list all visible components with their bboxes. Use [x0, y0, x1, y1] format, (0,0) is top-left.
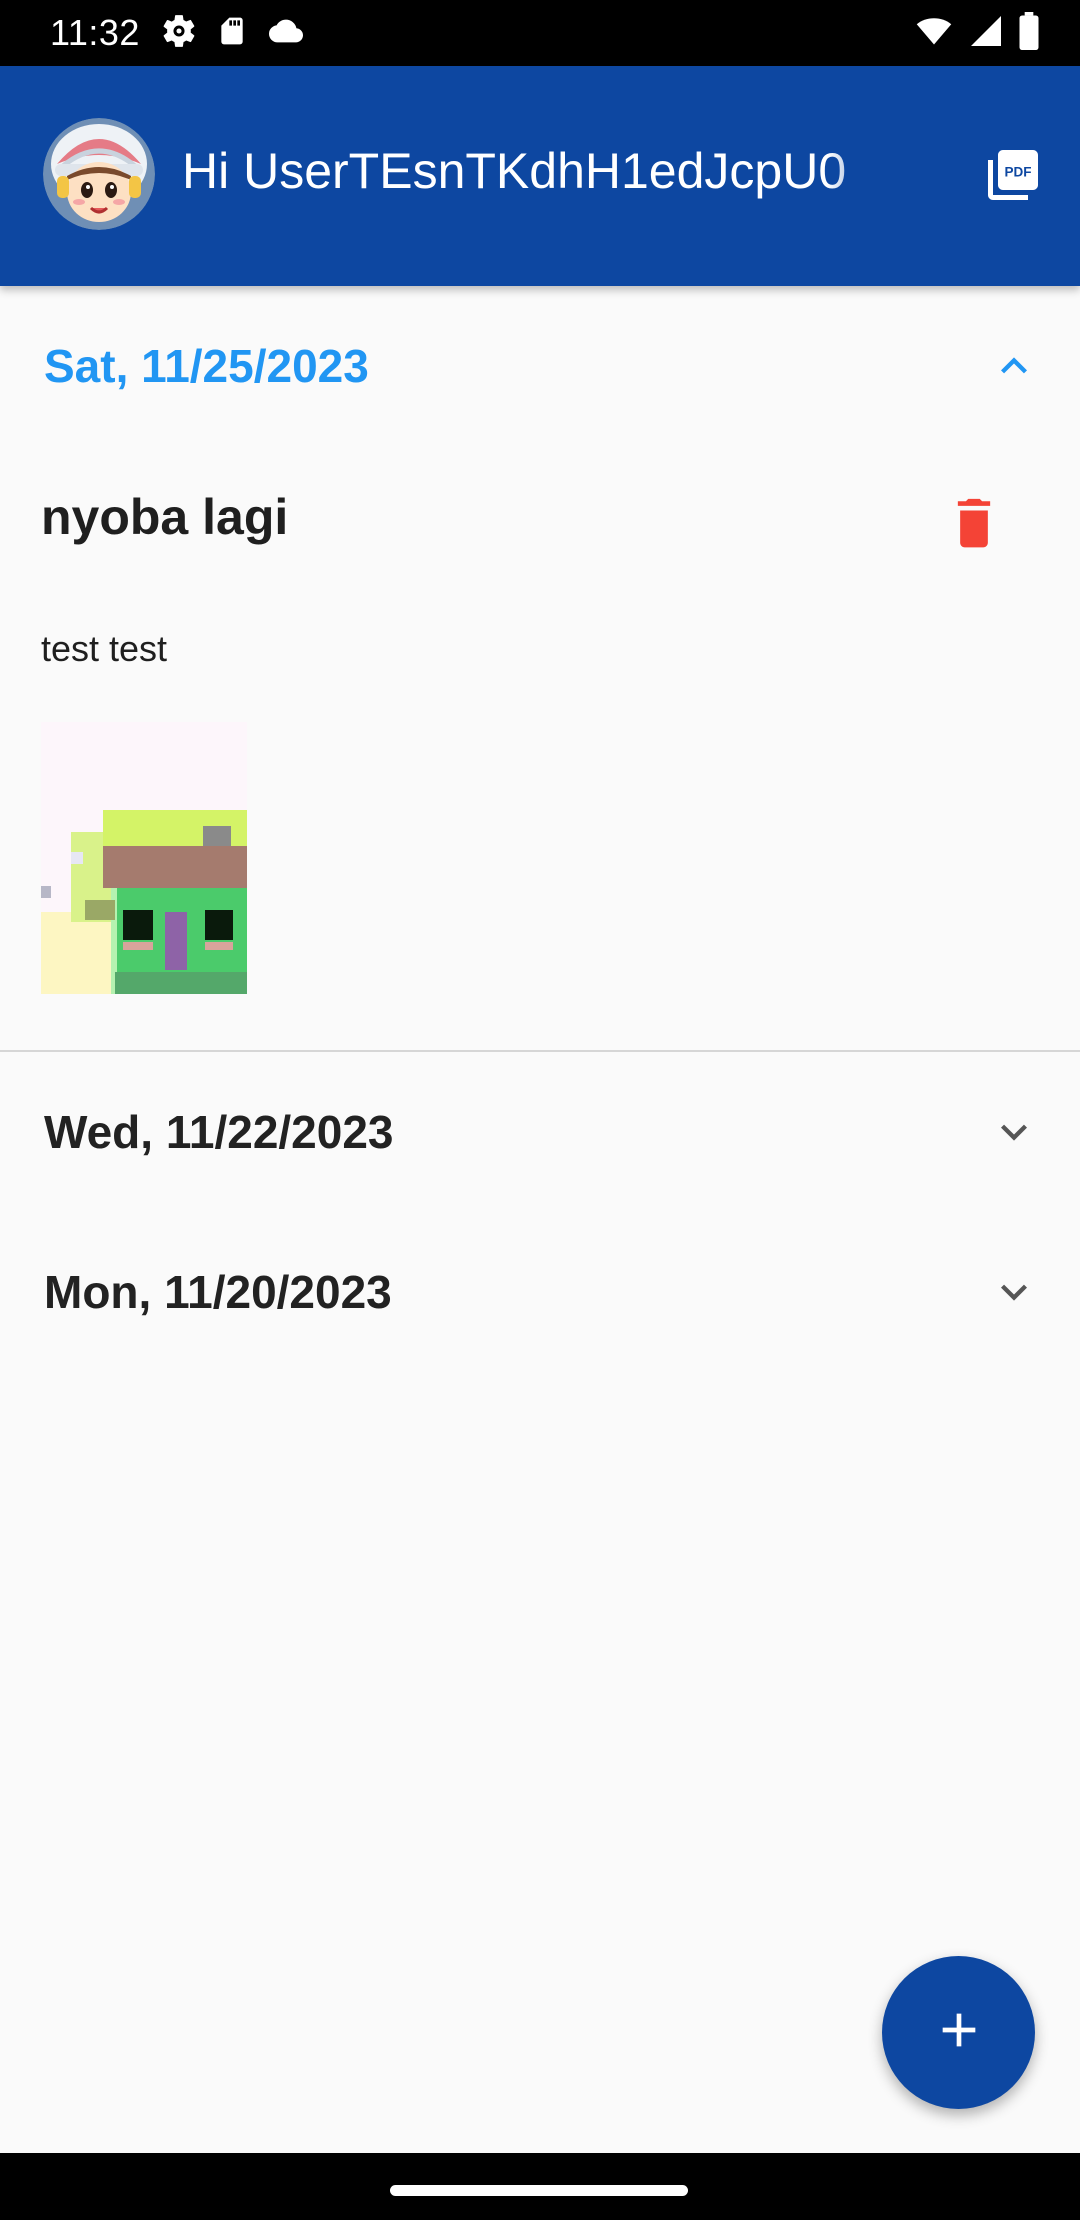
status-right-icons: [914, 11, 1040, 55]
note-title: nyoba lagi: [41, 489, 289, 545]
svg-text:PDF: PDF: [1005, 164, 1032, 179]
app-bar: Hi UserTEsnTKdhH1edJcpU0 PDF: [0, 66, 1080, 286]
signal-icon: [968, 13, 1004, 54]
chevron-down-icon: [984, 1262, 1044, 1322]
wifi-icon: [914, 13, 954, 54]
export-pdf-button[interactable]: PDF: [980, 144, 1046, 210]
section-date: Wed, 11/22/2023: [44, 1106, 394, 1158]
section-date: Sat, 11/25/2023: [44, 340, 369, 392]
avatar[interactable]: [43, 118, 155, 230]
add-note-button[interactable]: [882, 1956, 1035, 2109]
home-indicator[interactable]: [390, 2185, 688, 2196]
pdf-icon: PDF: [983, 145, 1043, 210]
section-date: Mon, 11/20/2023: [44, 1266, 392, 1318]
divider: [0, 1050, 1080, 1052]
greeting-title: Hi UserTEsnTKdhH1edJcpU0: [182, 143, 847, 199]
trash-icon: [946, 492, 1002, 557]
chevron-down-icon: [984, 1102, 1044, 1162]
date-section-header[interactable]: Wed, 11/22/2023: [0, 1072, 1080, 1192]
date-section-header[interactable]: Sat, 11/25/2023: [0, 306, 1080, 426]
chevron-up-icon: [984, 336, 1044, 396]
status-time: 11:32: [50, 12, 140, 53]
cloud-icon: [266, 14, 306, 53]
date-section-header[interactable]: Mon, 11/20/2023: [0, 1232, 1080, 1352]
delete-note-button[interactable]: [940, 490, 1008, 558]
note-body: test test: [41, 628, 168, 669]
battery-icon: [1018, 11, 1040, 55]
status-bar: 11:32: [0, 0, 1080, 66]
sd-card-icon: [216, 13, 248, 54]
settings-icon: [160, 12, 198, 55]
note-image-thumbnail[interactable]: [41, 722, 247, 994]
add-icon: [931, 2002, 987, 2063]
status-left-icons: [160, 12, 306, 55]
